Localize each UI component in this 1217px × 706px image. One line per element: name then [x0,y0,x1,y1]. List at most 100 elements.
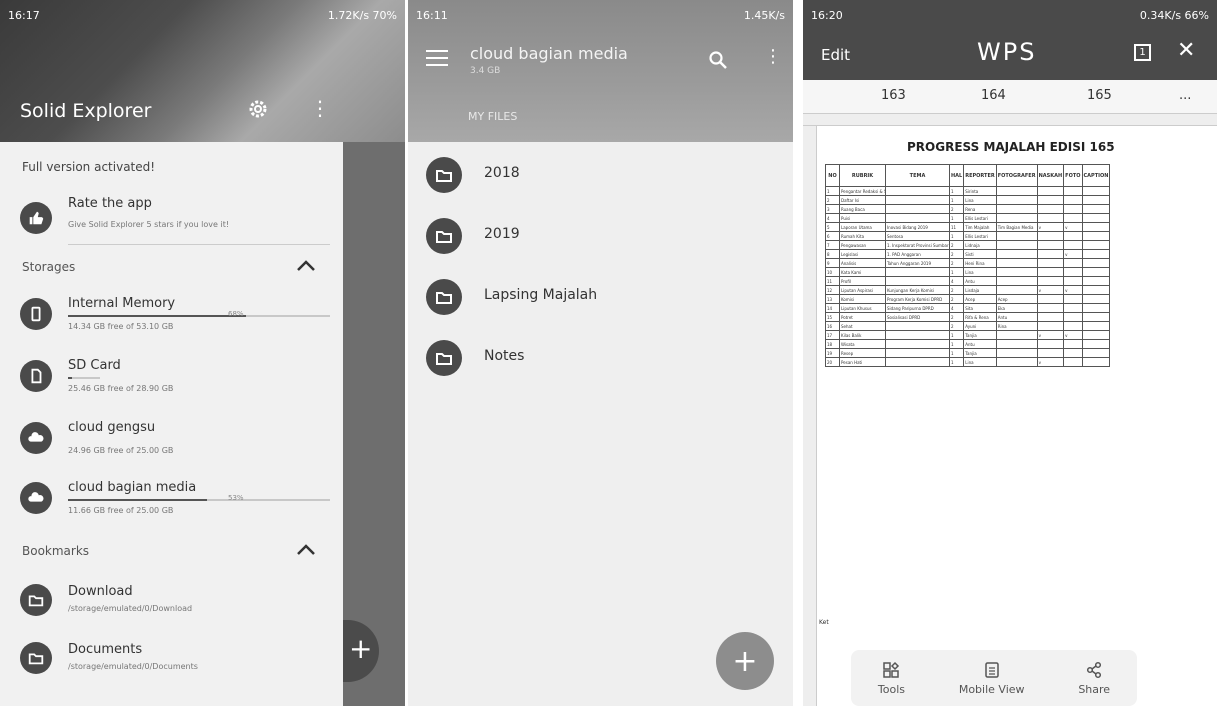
table-cell[interactable] [1081,222,1111,232]
table-cell[interactable]: 19 [825,348,840,358]
storage-cloud-gengsu[interactable]: cloud gengsu 24.96 GB free of 25.00 GB [0,416,343,462]
table-cell[interactable]: Kilas Balik [839,330,886,340]
table-cell[interactable]: v [1063,222,1083,232]
search-icon[interactable] [708,50,728,70]
table-cell[interactable]: Sidang Paripurna DPRD [885,303,950,313]
table-cell[interactable]: 3 [825,204,840,214]
table-cell[interactable] [1063,348,1083,358]
rate-app-item[interactable]: Rate the app Give Solid Explorer 5 stars… [0,192,343,246]
table-cell[interactable] [1036,240,1065,250]
table-cell[interactable] [995,348,1038,358]
table-cell[interactable]: v [1063,249,1083,259]
table-cell[interactable]: v [1036,357,1065,367]
table-cell[interactable] [885,204,950,214]
table-cell[interactable] [995,285,1038,295]
spreadsheet-area[interactable]: PROGRESS MAJALAH EDISI 165 NO RUBRIK TEMA H… [803,114,1217,706]
table-cell[interactable] [1063,231,1083,241]
table-cell[interactable]: 14 [825,303,840,313]
table-cell[interactable] [995,249,1038,259]
chevron-up-icon[interactable] [296,258,316,272]
table-cell[interactable]: Tim Majalah [963,222,997,232]
share-button[interactable]: Share [1078,661,1110,696]
table-cell[interactable] [995,258,1038,268]
table-cell[interactable]: 4 [948,276,965,286]
table-cell[interactable]: Puisi [839,213,886,223]
table-cell[interactable]: 11 [825,276,840,286]
table-cell[interactable]: Lina [963,195,997,205]
table-cell[interactable] [1036,267,1065,277]
table-cell[interactable] [1063,267,1083,277]
table-cell[interactable]: Acep [963,294,997,304]
table-cell[interactable]: 8 [825,249,840,259]
table-cell[interactable] [1081,357,1111,367]
table-cell[interactable] [1063,276,1083,286]
table-cell[interactable]: Antu [963,339,997,349]
table-cell[interactable]: 20 [825,357,840,367]
table-cell[interactable] [885,267,950,277]
table-cell[interactable]: 1 [948,231,965,241]
table-cell[interactable]: 12 [825,285,840,295]
table-cell[interactable]: 2 [948,204,965,214]
close-icon[interactable]: ✕ [1177,38,1195,63]
table-cell[interactable]: Rina [995,321,1038,331]
table-cell[interactable]: Ellis Lestari [963,213,997,223]
table-cell[interactable]: Sosialisasi DPRD [885,312,950,322]
table-cell[interactable]: 1 [948,267,965,277]
table-cell[interactable] [1036,339,1065,349]
table-cell[interactable]: 9 [825,258,840,268]
table-cell[interactable]: 6 [825,231,840,241]
table-cell[interactable]: Rumah Kita [839,231,886,241]
folder-item[interactable]: 2018 [408,150,793,200]
table-cell[interactable] [1036,303,1065,313]
table-cell[interactable] [885,348,950,358]
more-options-icon[interactable]: ⋮ [764,46,782,67]
table-cell[interactable]: 15 [825,312,840,322]
table-cell[interactable] [1063,357,1083,367]
tab-my-files[interactable]: MY FILES [468,110,517,123]
table-cell[interactable]: 5 [825,222,840,232]
table-cell[interactable] [885,339,950,349]
table-cell[interactable] [1081,195,1111,205]
table-cell[interactable]: 10 [825,267,840,277]
table-cell[interactable]: 2 [948,240,965,250]
table-cell[interactable] [1063,213,1083,223]
table-cell[interactable] [1036,231,1065,241]
table-cell[interactable] [1063,204,1083,214]
table-cell[interactable] [1036,348,1065,358]
table-cell[interactable] [1081,321,1111,331]
table-cell[interactable] [995,357,1038,367]
table-cell[interactable] [1036,258,1065,268]
storage-cloud-bagian-media[interactable]: cloud bagian media 53% 11.66 GB free of … [0,476,343,522]
table-cell[interactable] [1081,204,1111,214]
table-cell[interactable] [1081,312,1111,322]
table-cell[interactable]: 1 [948,348,965,358]
table-cell[interactable]: 1 [948,357,965,367]
table-cell[interactable] [1036,276,1065,286]
table-cell[interactable] [995,186,1038,196]
table-cell[interactable] [995,267,1038,277]
table-cell[interactable]: 1 [948,339,965,349]
storage-sd-card[interactable]: SD Card 25.46 GB free of 28.90 GB [0,354,343,400]
table-cell[interactable]: Lina [963,357,997,367]
table-cell[interactable] [995,231,1038,241]
table-cell[interactable]: v [1063,285,1083,295]
more-options-icon[interactable]: ⋮ [310,96,330,120]
table-cell[interactable] [885,330,950,340]
table-cell[interactable] [995,339,1038,349]
table-cell[interactable] [1036,195,1065,205]
table-cell[interactable] [1081,267,1111,277]
table-cell[interactable] [1081,285,1111,295]
table-cell[interactable] [885,195,950,205]
table-cell[interactable] [1036,294,1065,304]
table-cell[interactable] [1036,312,1065,322]
table-cell[interactable]: 2 [948,285,965,295]
table-cell[interactable] [1036,204,1065,214]
table-cell[interactable] [1081,339,1111,349]
table-cell[interactable]: Ruang Baca [839,204,886,214]
table-cell[interactable]: Ayuni [963,321,997,331]
table-cell[interactable]: Profil [839,276,886,286]
table-cell[interactable] [1081,294,1111,304]
table-cell[interactable]: 18 [825,339,840,349]
table-cell[interactable] [995,330,1038,340]
table-cell[interactable]: Sita [963,303,997,313]
